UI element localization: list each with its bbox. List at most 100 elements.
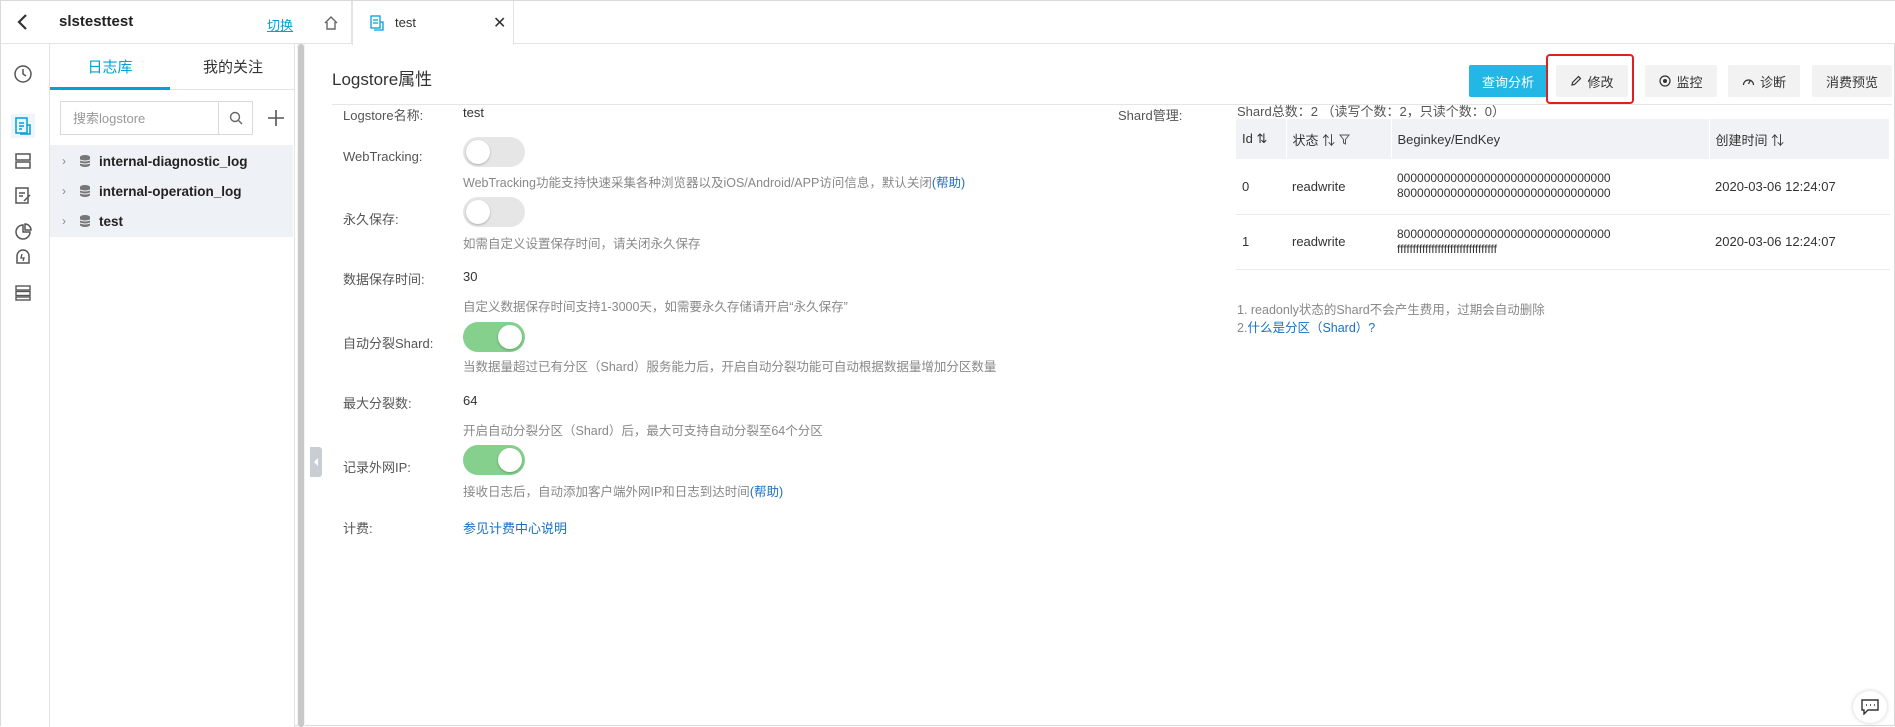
logstore-name: internal-diagnostic_log [99, 153, 248, 169]
permanent-storage-hint: 如需自定义设置保存时间，请关闭永久保存 [463, 237, 701, 251]
home-icon[interactable] [310, 1, 352, 44]
column-label: 状态 [1292, 132, 1319, 148]
shard-id: 0 [1236, 159, 1286, 215]
filter-icon[interactable] [1338, 133, 1350, 148]
end-key: 80000000000000000000000000000000 [1397, 186, 1611, 201]
toggle-knob [498, 325, 522, 349]
shard-keys: 80000000000000000000000000000000 ffffffff… [1391, 214, 1709, 270]
logstore-name: internal-operation_log [99, 183, 242, 199]
list-item[interactable]: › internal-diagnostic_log [50, 145, 293, 178]
button-label: 查询分析 [1481, 74, 1534, 90]
back-icon[interactable] [11, 11, 33, 33]
active-tab-underline [50, 87, 170, 90]
page-title: Logstore属性 [332, 70, 433, 89]
switch-project-link[interactable]: 切换 [267, 15, 293, 34]
close-icon[interactable]: ✕ [493, 13, 506, 33]
button-label: 监控 [1676, 74, 1703, 90]
record-ip-hint: 接收日志后，自动添加客户端外网IP和日志到达时间(帮助) [463, 481, 783, 500]
column-header-created[interactable]: 创建时间 ⇅ [1709, 119, 1890, 159]
query-analysis-button[interactable]: 查询分析 [1469, 65, 1547, 97]
logstore-name: test [99, 213, 124, 229]
begin-key: 00000000000000000000000000000000 [1397, 171, 1611, 186]
record-ip-label: 记录外网IP: [343, 460, 411, 475]
sort-icon[interactable]: ⇅ [1256, 131, 1267, 146]
tab-logstores[interactable]: 日志库 [50, 56, 170, 77]
retention-hint: 自定义数据保存时间支持1-3000天，如需要永久存储请开启“永久保存” [463, 300, 848, 314]
sort-icon[interactable]: ⇅ [1322, 133, 1335, 148]
panel-scrollbar[interactable] [297, 44, 305, 727]
diagnose-button[interactable]: 诊断 [1728, 65, 1800, 97]
shard-total: Shard总数：2 （读写个数：2，只读个数：0） [1237, 104, 1505, 119]
shard-status: readwrite [1286, 214, 1391, 270]
shard-keys: 00000000000000000000000000000000 80000000… [1391, 159, 1709, 215]
column-header-status[interactable]: 状态 ⇅ [1286, 119, 1392, 159]
column-label: 创建时间 [1715, 132, 1768, 148]
note-prefix: 2. [1237, 321, 1248, 335]
hint-text: WebTracking功能支持快速采集各种浏览器以及iOS/Android/AP… [463, 176, 932, 190]
page-tab-bar: test ✕ [310, 1, 1895, 45]
billing-link[interactable]: 参见计费中心说明 [463, 518, 567, 537]
table-row: 0 readwrite 0000000000000000000000000000… [1236, 159, 1890, 215]
search-icon[interactable] [218, 102, 252, 134]
server-icon[interactable] [11, 149, 35, 173]
column-header-id[interactable]: Id ⇅ [1236, 119, 1287, 159]
shard-created: 2020-03-06 12:24:07 [1709, 214, 1890, 270]
shard-note-readonly: 1. readonly状态的Shard不会产生费用，过期会自动删除 [1237, 303, 1545, 317]
button-label: 诊断 [1759, 74, 1786, 90]
gauge-icon [1742, 75, 1755, 87]
shard-status: readwrite [1286, 159, 1391, 215]
logstore-icon[interactable] [11, 114, 35, 138]
webtracking-help-link[interactable]: (帮助) [932, 176, 965, 190]
toggle-knob [466, 140, 490, 164]
record-ip-help-link[interactable]: (帮助) [750, 485, 783, 499]
monitor-icon [1659, 75, 1672, 87]
chevron-right-icon[interactable]: › [62, 154, 74, 168]
shard-note-what: 2.什么是分区（Shard）? [1237, 317, 1375, 336]
retention-label: 数据保存时间: [343, 272, 425, 287]
permanent-storage-toggle[interactable] [463, 197, 525, 227]
chevron-right-icon[interactable]: › [62, 214, 74, 228]
chat-icon[interactable] [1853, 691, 1887, 723]
what-is-shard-link[interactable]: 什么是分区（Shard）? [1247, 321, 1375, 335]
main-content: Logstore属性 查询分析 修改 监控 诊断 消费预览 Logstore名称… [310, 45, 1895, 727]
tab-my-favorites[interactable]: 我的关注 [173, 56, 293, 77]
plus-icon[interactable] [262, 104, 290, 132]
list-icon[interactable] [11, 281, 35, 305]
toggle-knob [466, 200, 490, 224]
auto-split-label: 自动分裂Shard: [343, 336, 434, 351]
monitor-button[interactable]: 监控 [1645, 65, 1717, 97]
list-item[interactable]: › test [50, 205, 293, 238]
max-split-value: 64 [463, 393, 478, 408]
edit-doc-icon[interactable] [11, 184, 35, 208]
auto-split-hint: 当数据量超过已有分区（Shard）服务能力后，开启自动分裂功能可自动根据数据量增… [463, 360, 997, 374]
consume-preview-button[interactable]: 消费预览 [1812, 65, 1892, 97]
shard-table: Id ⇅ 状态 ⇅ Beginkey/EndKey 创建时间 ⇅ 0 readw… [1236, 119, 1890, 270]
chart-icon[interactable] [11, 220, 35, 244]
shard-management-label: Shard管理: [1118, 108, 1183, 123]
search-input[interactable] [61, 102, 219, 134]
record-ip-toggle[interactable] [463, 445, 525, 475]
logstore-search [60, 101, 253, 135]
tab-test[interactable]: test ✕ [352, 1, 514, 45]
shard-id: 1 [1236, 214, 1286, 270]
alert-icon[interactable] [11, 245, 35, 269]
shard-created: 2020-03-06 12:24:07 [1709, 159, 1890, 215]
toggle-knob [498, 448, 522, 472]
max-split-label: 最大分裂数: [343, 396, 412, 411]
webtracking-toggle[interactable] [463, 137, 525, 167]
column-header-keys: Beginkey/EndKey [1391, 119, 1710, 159]
logstore-name-label: Logstore名称: [343, 108, 424, 123]
table-row: 1 readwrite 8000000000000000000000000000… [1236, 214, 1890, 270]
chevron-right-icon[interactable]: › [62, 184, 74, 198]
auto-split-toggle[interactable] [463, 322, 525, 352]
tab-label: test [395, 15, 416, 30]
scrollbar-thumb[interactable] [298, 44, 304, 727]
column-label: Id [1242, 131, 1253, 146]
logstore-panel: 日志库 我的关注 › internal-diagnostic_log › int… [50, 44, 295, 727]
end-key: ffffffffffffffffffffffffffffffff [1397, 241, 1497, 256]
sort-icon[interactable]: ⇅ [1771, 133, 1784, 148]
list-item[interactable]: › internal-operation_log [50, 175, 293, 208]
app-frame: slstesttest 切换 日志库 我的关注 搜索logstore › int… [0, 0, 1895, 727]
hint-text: 接收日志后，自动添加客户端外网IP和日志到达时间 [463, 485, 750, 499]
clock-icon[interactable] [11, 62, 35, 86]
